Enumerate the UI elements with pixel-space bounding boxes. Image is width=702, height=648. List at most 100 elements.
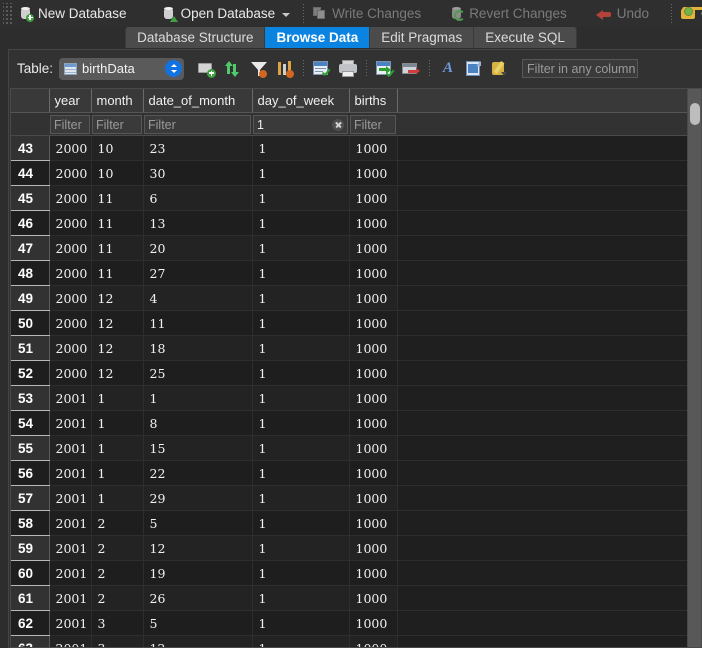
table-row[interactable]: 50 2000 12 11 1 1000 [11, 310, 687, 336]
undo-button[interactable]: Undo [591, 3, 657, 24]
table-row[interactable]: 43 2000 10 23 1 1000 [11, 135, 687, 161]
cell-month[interactable]: 1 [91, 435, 144, 461]
cell-day_of_week[interactable]: 1 [252, 610, 350, 636]
cell-year[interactable]: 2000 [49, 235, 92, 261]
cell-month[interactable]: 1 [91, 385, 144, 411]
table-row[interactable]: 48 2000 11 27 1 1000 [11, 260, 687, 286]
column-header-year[interactable]: year [49, 89, 92, 113]
cell-date_of_month[interactable]: 6 [143, 185, 253, 211]
cell-date_of_month[interactable]: 12 [143, 635, 253, 647]
filter-input-births[interactable]: Filter [350, 115, 396, 134]
table-row[interactable]: 44 2000 10 30 1 1000 [11, 160, 687, 186]
image-icon[interactable] [463, 58, 485, 80]
cell-month[interactable]: 3 [91, 635, 144, 647]
cell-date_of_month[interactable]: 26 [143, 585, 253, 611]
row-number[interactable]: 49 [11, 285, 50, 311]
table-row[interactable]: 46 2000 11 13 1 1000 [11, 210, 687, 236]
cell-year[interactable]: 2001 [49, 410, 92, 436]
row-number[interactable]: 47 [11, 235, 50, 261]
refresh-icon[interactable] [222, 58, 244, 80]
cell-year[interactable]: 2001 [49, 535, 92, 561]
table-row[interactable]: 45 2000 11 6 1 1000 [11, 185, 687, 211]
row-number[interactable]: 48 [11, 260, 50, 286]
cell-year[interactable]: 2000 [49, 285, 92, 311]
cell-date_of_month[interactable]: 30 [143, 160, 253, 186]
toolbar-drag-handle[interactable] [3, 2, 12, 25]
table-row[interactable]: 60 2001 2 19 1 1000 [11, 560, 687, 586]
tab-browse-data[interactable]: Browse Data [265, 27, 371, 48]
table-row[interactable]: 61 2001 2 26 1 1000 [11, 585, 687, 611]
cell-births[interactable]: 1000 [349, 335, 398, 361]
tab-database-structure[interactable]: Database Structure [125, 27, 266, 48]
vertical-scrollbar[interactable] [687, 89, 701, 647]
row-number[interactable]: 46 [11, 210, 50, 236]
cell-date_of_month[interactable]: 4 [143, 285, 253, 311]
cell-births[interactable]: 1000 [349, 310, 398, 336]
row-number[interactable]: 60 [11, 560, 50, 586]
cell-month[interactable]: 1 [91, 485, 144, 511]
cell-month[interactable]: 10 [91, 135, 144, 161]
cell-day_of_week[interactable]: 1 [252, 135, 350, 161]
cell-month[interactable]: 11 [91, 235, 144, 261]
cell-day_of_week[interactable]: 1 [252, 585, 350, 611]
cell-day_of_week[interactable]: 1 [252, 410, 350, 436]
cell-date_of_month[interactable]: 27 [143, 260, 253, 286]
cell-date_of_month[interactable]: 5 [143, 510, 253, 536]
sort-icon[interactable] [274, 58, 296, 80]
cell-births[interactable]: 1000 [349, 610, 398, 636]
cell-births[interactable]: 1000 [349, 635, 398, 647]
cell-day_of_week[interactable]: 1 [252, 235, 350, 261]
filter-any-column-input[interactable]: Filter in any column [522, 59, 639, 78]
table-row[interactable]: 49 2000 12 4 1 1000 [11, 285, 687, 311]
edit-cell-icon[interactable] [489, 58, 511, 80]
cell-year[interactable]: 2000 [49, 335, 92, 361]
filter-cell-date-of-month[interactable]: Filter [143, 112, 252, 136]
cell-year[interactable]: 2001 [49, 510, 92, 536]
row-number[interactable]: 45 [11, 185, 50, 211]
cell-year[interactable]: 2001 [49, 560, 92, 586]
table-row[interactable]: 53 2001 1 1 1 1000 [11, 385, 687, 411]
cell-month[interactable]: 12 [91, 335, 144, 361]
cell-births[interactable]: 1000 [349, 210, 398, 236]
cell-year[interactable]: 2001 [49, 610, 92, 636]
cell-births[interactable]: 1000 [349, 135, 398, 161]
vertical-scrollbar-thumb[interactable] [690, 103, 700, 125]
new-database-button[interactable]: New Database [14, 3, 135, 24]
row-number[interactable]: 61 [11, 585, 50, 611]
cell-births[interactable]: 1000 [349, 485, 398, 511]
cell-births[interactable]: 1000 [349, 535, 398, 561]
cell-year[interactable]: 2001 [49, 460, 92, 486]
row-number[interactable]: 59 [11, 535, 50, 561]
cell-year[interactable]: 2001 [49, 585, 92, 611]
table-row[interactable]: 52 2000 12 25 1 1000 [11, 360, 687, 386]
write-changes-button[interactable]: Write Changes [308, 3, 429, 24]
cell-date_of_month[interactable]: 20 [143, 235, 253, 261]
cell-month[interactable]: 2 [91, 510, 144, 536]
cell-year[interactable]: 2000 [49, 260, 92, 286]
new-record-icon[interactable] [196, 58, 218, 80]
column-header-day-of-week[interactable]: day_of_week [252, 89, 350, 113]
table-row[interactable]: 57 2001 1 29 1 1000 [11, 485, 687, 511]
cell-year[interactable]: 2000 [49, 360, 92, 386]
row-number[interactable]: 55 [11, 435, 50, 461]
cell-day_of_week[interactable]: 1 [252, 260, 350, 286]
row-number[interactable]: 54 [11, 410, 50, 436]
cell-births[interactable]: 1000 [349, 410, 398, 436]
table-row[interactable]: 59 2001 2 12 1 1000 [11, 535, 687, 561]
tab-edit-pragmas[interactable]: Edit Pragmas [370, 27, 475, 48]
cell-year[interactable]: 2001 [49, 385, 92, 411]
print-preview-icon[interactable] [311, 58, 333, 80]
cell-day_of_week[interactable]: 1 [252, 635, 350, 647]
cell-date_of_month[interactable]: 25 [143, 360, 253, 386]
cell-date_of_month[interactable]: 15 [143, 435, 253, 461]
select-all-corner[interactable] [11, 89, 50, 113]
cell-date_of_month[interactable]: 13 [143, 210, 253, 236]
cell-date_of_month[interactable]: 8 [143, 410, 253, 436]
filter-input-day-of-week[interactable]: 1 [253, 115, 348, 134]
table-row[interactable]: 47 2000 11 20 1 1000 [11, 235, 687, 261]
clear-filter-icon[interactable] [332, 119, 344, 131]
column-header-month[interactable]: month [91, 89, 144, 113]
cell-day_of_week[interactable]: 1 [252, 185, 350, 211]
open-database-button[interactable]: Open Database [157, 3, 300, 24]
cell-day_of_week[interactable]: 1 [252, 485, 350, 511]
